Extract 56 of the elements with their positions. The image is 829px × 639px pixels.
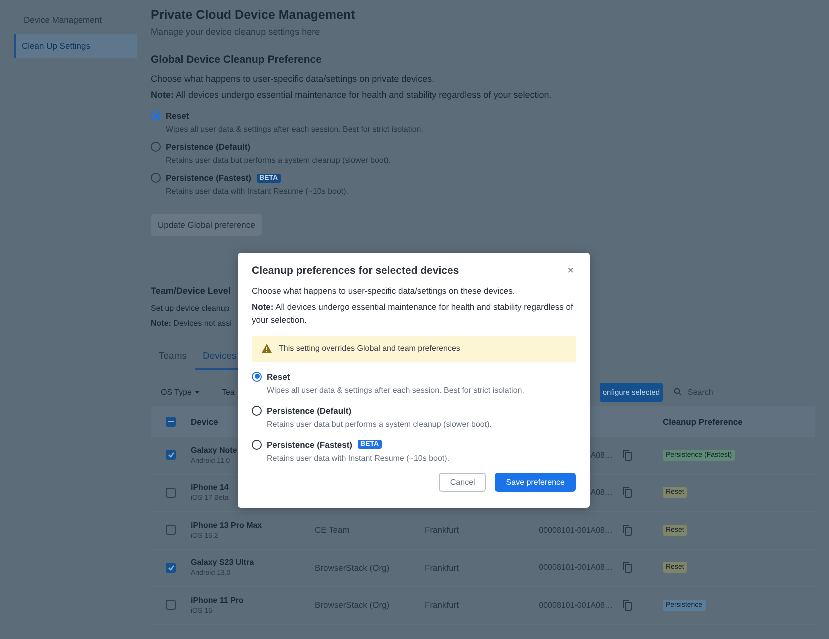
checkbox[interactable]	[166, 416, 176, 427]
radio-button[interactable]	[252, 440, 262, 450]
cancel-button[interactable]: Cancel	[439, 472, 486, 492]
device-name: iPhone 11 Pro	[191, 596, 244, 605]
radio-button[interactable]	[151, 142, 161, 152]
note-text: Note: All devices undergo essential maintenance for health and stability regardless of your selection.	[151, 90, 552, 102]
radio-button[interactable]	[252, 372, 262, 382]
dialog-title: Cleanup preferences for selected devices	[252, 265, 460, 277]
copy-icon[interactable]	[623, 487, 632, 498]
save-button[interactable]: Save preference	[495, 472, 576, 492]
filter-dropdown[interactable]: OS Type	[161, 388, 200, 397]
copy-icon[interactable]	[623, 450, 632, 461]
copy-icon[interactable]	[623, 524, 632, 536]
option-label: Reset	[267, 372, 290, 382]
option-hint: Wipes all user data & settings after each session. Best for strict isolation.	[266, 386, 524, 395]
device-name: iPhone 14	[191, 483, 229, 492]
option-label: Reset	[166, 111, 190, 122]
option-hint: Retains user data but performs a system cleanup (slower boot).	[266, 420, 492, 429]
checkbox[interactable]	[166, 488, 176, 498]
dialog-description: Choose what happens to user-specific data/settings on these devices.	[252, 285, 516, 298]
page-title: Private Cloud Device Management	[151, 8, 356, 22]
option-label: Persistence (Default)	[166, 142, 251, 152]
section-heading: Team/Device Level	[151, 286, 231, 296]
copy-icon[interactable]	[623, 562, 632, 574]
note-text: Note: All devices undergo essential maintenance for health and stability regardless of your selection.	[252, 301, 574, 326]
warning-text: This setting overrides Global and team preferences	[279, 344, 460, 354]
option-label: Persistence (Fastest)	[267, 440, 353, 450]
checkbox[interactable]	[166, 450, 176, 460]
radio-button[interactable]	[252, 406, 262, 416]
device-name: Galaxy Note	[191, 446, 238, 455]
column-header: Cleanup Preference	[663, 416, 743, 427]
check-icon	[168, 564, 174, 571]
radio-button[interactable]	[151, 111, 161, 122]
column-header: Device	[191, 416, 218, 427]
section-description: Set up device cleanup	[151, 304, 230, 315]
section-description: Choose what happens to user-specific data/settings on private devices.	[151, 74, 435, 86]
checkbox[interactable]	[166, 525, 176, 536]
warning-icon	[262, 344, 272, 354]
checkbox[interactable]	[166, 600, 176, 610]
search-icon	[674, 388, 682, 396]
checkbox[interactable]	[166, 562, 176, 573]
note-text: Note: Devices not assi	[151, 318, 232, 330]
radio-button[interactable]	[151, 173, 161, 184]
sidebar-item[interactable]: Clean Up Settings	[14, 34, 137, 58]
section-heading: Global Device Cleanup Preference	[151, 54, 322, 66]
option-hint: Retains user data with Instant Resume (~10s boot).	[266, 454, 450, 463]
device-name: Galaxy S23 Ultra	[191, 558, 254, 568]
caret-icon	[194, 390, 200, 394]
option-label: Persistence (Fastest)	[166, 173, 252, 184]
device-name: iPhone 13 Pro Max	[191, 520, 262, 530]
filter-dropdown[interactable]: Tea	[222, 388, 235, 397]
option-label: Persistence (Default)	[267, 406, 352, 416]
check-icon	[168, 452, 174, 458]
copy-icon[interactable]	[623, 600, 632, 611]
close-button[interactable]: ×	[566, 265, 576, 277]
minus-icon	[168, 420, 174, 423]
